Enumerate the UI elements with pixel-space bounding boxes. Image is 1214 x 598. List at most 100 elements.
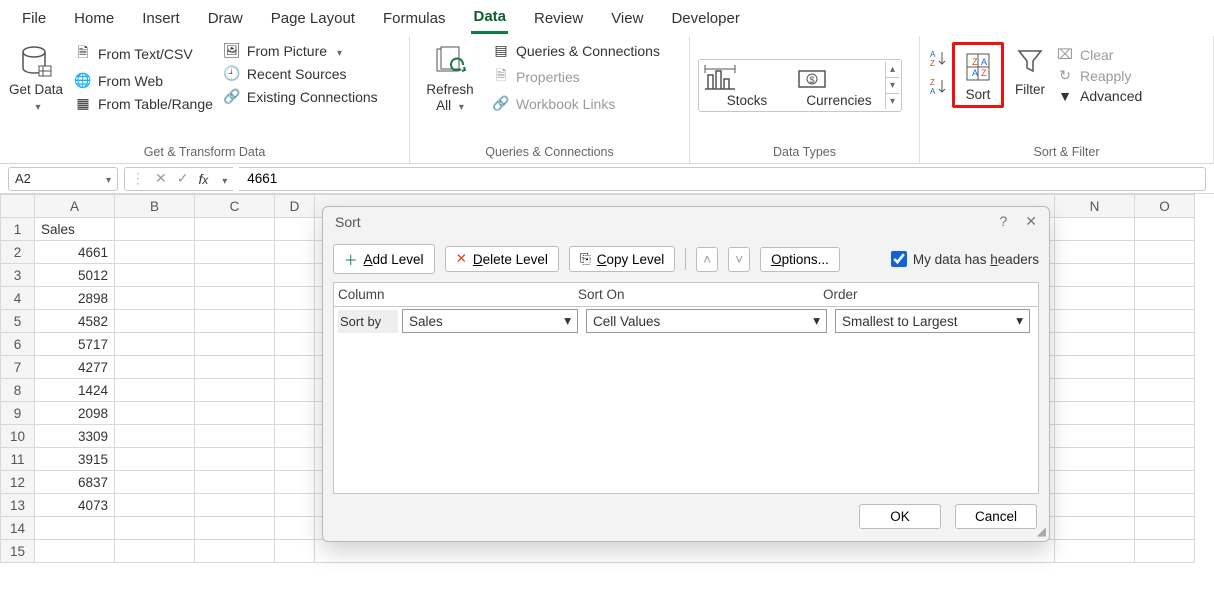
cell[interactable] [1135,471,1195,494]
properties-button[interactable]: 🗎Properties [492,65,660,89]
cell[interactable] [1135,425,1195,448]
move-up-button[interactable]: ˄ [696,247,718,272]
cell[interactable] [1135,448,1195,471]
fx-icon[interactable]: fx [198,171,208,187]
currencies-button[interactable]: $ Currencies [793,63,885,108]
cell[interactable] [275,241,315,264]
row-header[interactable]: 2 [1,241,35,264]
cell[interactable] [115,379,195,402]
col-header-A[interactable]: A [35,195,115,218]
cell[interactable] [115,448,195,471]
cell[interactable] [1135,494,1195,517]
cell[interactable] [275,494,315,517]
cell[interactable]: 3915 [35,448,115,471]
cell[interactable]: 2898 [35,287,115,310]
col-header-C[interactable]: C [195,195,275,218]
copy-level-button[interactable]: ⎘Copy Level [569,246,675,272]
cell[interactable] [195,356,275,379]
cell[interactable] [115,241,195,264]
row-header[interactable]: 1 [1,218,35,241]
cell[interactable] [195,241,275,264]
cell[interactable] [275,310,315,333]
row-header[interactable]: 14 [1,517,35,540]
headers-checkbox[interactable] [891,251,907,267]
headers-checkbox-row[interactable]: My data has headers [891,251,1039,267]
cell[interactable] [195,218,275,241]
cell[interactable] [1055,379,1135,402]
tab-view[interactable]: View [609,4,645,33]
cell[interactable]: 2098 [35,402,115,425]
name-box[interactable]: A2 [8,167,118,191]
cell[interactable] [115,356,195,379]
cell[interactable] [275,218,315,241]
ok-button[interactable]: OK [859,504,941,529]
cell[interactable]: 4073 [35,494,115,517]
cancel-button[interactable]: Cancel [955,504,1037,529]
gallery-more-button[interactable]: ▾ [886,94,899,109]
filter-button[interactable]: Filter [1008,42,1052,98]
cell[interactable] [115,402,195,425]
tab-review[interactable]: Review [532,4,585,33]
sort-desc-button[interactable]: ZA [928,76,948,96]
cell[interactable] [275,402,315,425]
cell[interactable]: 6837 [35,471,115,494]
cell[interactable] [1135,356,1195,379]
options-button[interactable]: Options... [760,247,840,272]
help-icon[interactable]: ? [999,213,1007,230]
cell[interactable] [1055,356,1135,379]
advanced-filter-button[interactable]: ▼Advanced [1056,88,1142,104]
cell[interactable] [195,310,275,333]
cell[interactable] [1135,218,1195,241]
close-icon[interactable]: ✕ [1025,213,1037,230]
cancel-formula-icon[interactable]: ✕ [155,170,167,187]
sort-asc-button[interactable]: AZ [928,48,948,68]
delete-level-button[interactable]: ✕Delete Level [445,246,559,272]
cell[interactable] [275,264,315,287]
cell[interactable] [1055,425,1135,448]
cell[interactable] [1055,264,1135,287]
cell[interactable] [115,218,195,241]
row-header[interactable]: 13 [1,494,35,517]
refresh-all-button[interactable]: Refresh All [418,42,482,114]
tab-draw[interactable]: Draw [206,4,245,33]
clear-filter-button[interactable]: ⌧Clear [1056,46,1142,63]
cell[interactable] [275,540,315,563]
cell[interactable] [1135,310,1195,333]
cell[interactable]: 4582 [35,310,115,333]
cell[interactable] [115,494,195,517]
cell[interactable] [1055,494,1135,517]
data-type-gallery[interactable]: Stocks $ Currencies ▴ ▾ ▾ [698,59,902,112]
cell[interactable] [115,425,195,448]
col-header-D[interactable]: D [275,195,315,218]
tab-data[interactable]: Data [471,2,508,34]
queries-connections-button[interactable]: ▤Queries & Connections [492,42,660,59]
cell[interactable] [1135,287,1195,310]
cell[interactable] [115,264,195,287]
row-header[interactable]: 11 [1,448,35,471]
resize-grip-icon[interactable]: ◢ [1037,524,1046,538]
formula-input[interactable] [239,167,1206,191]
cell[interactable] [275,333,315,356]
cell[interactable] [1055,402,1135,425]
cell[interactable] [1135,402,1195,425]
cell[interactable] [1055,471,1135,494]
order-combo[interactable]: Smallest to Largest▾ [835,309,1030,333]
col-header-N[interactable]: N [1055,195,1135,218]
tab-home[interactable]: Home [72,4,116,33]
cell[interactable] [1135,540,1195,563]
cell[interactable] [1055,540,1135,563]
gallery-down-button[interactable]: ▾ [886,78,899,94]
cell[interactable]: 3309 [35,425,115,448]
existing-connections-button[interactable]: 🔗Existing Connections [223,88,378,105]
cell[interactable] [115,333,195,356]
cell[interactable] [1135,264,1195,287]
cell[interactable] [275,425,315,448]
cell[interactable] [195,517,275,540]
col-header-B[interactable]: B [115,195,195,218]
row-header[interactable]: 9 [1,402,35,425]
select-all-corner[interactable] [1,195,35,218]
cell[interactable]: 1424 [35,379,115,402]
row-header[interactable]: 6 [1,333,35,356]
get-data-button[interactable]: Get Data [8,42,64,114]
cell[interactable] [195,264,275,287]
